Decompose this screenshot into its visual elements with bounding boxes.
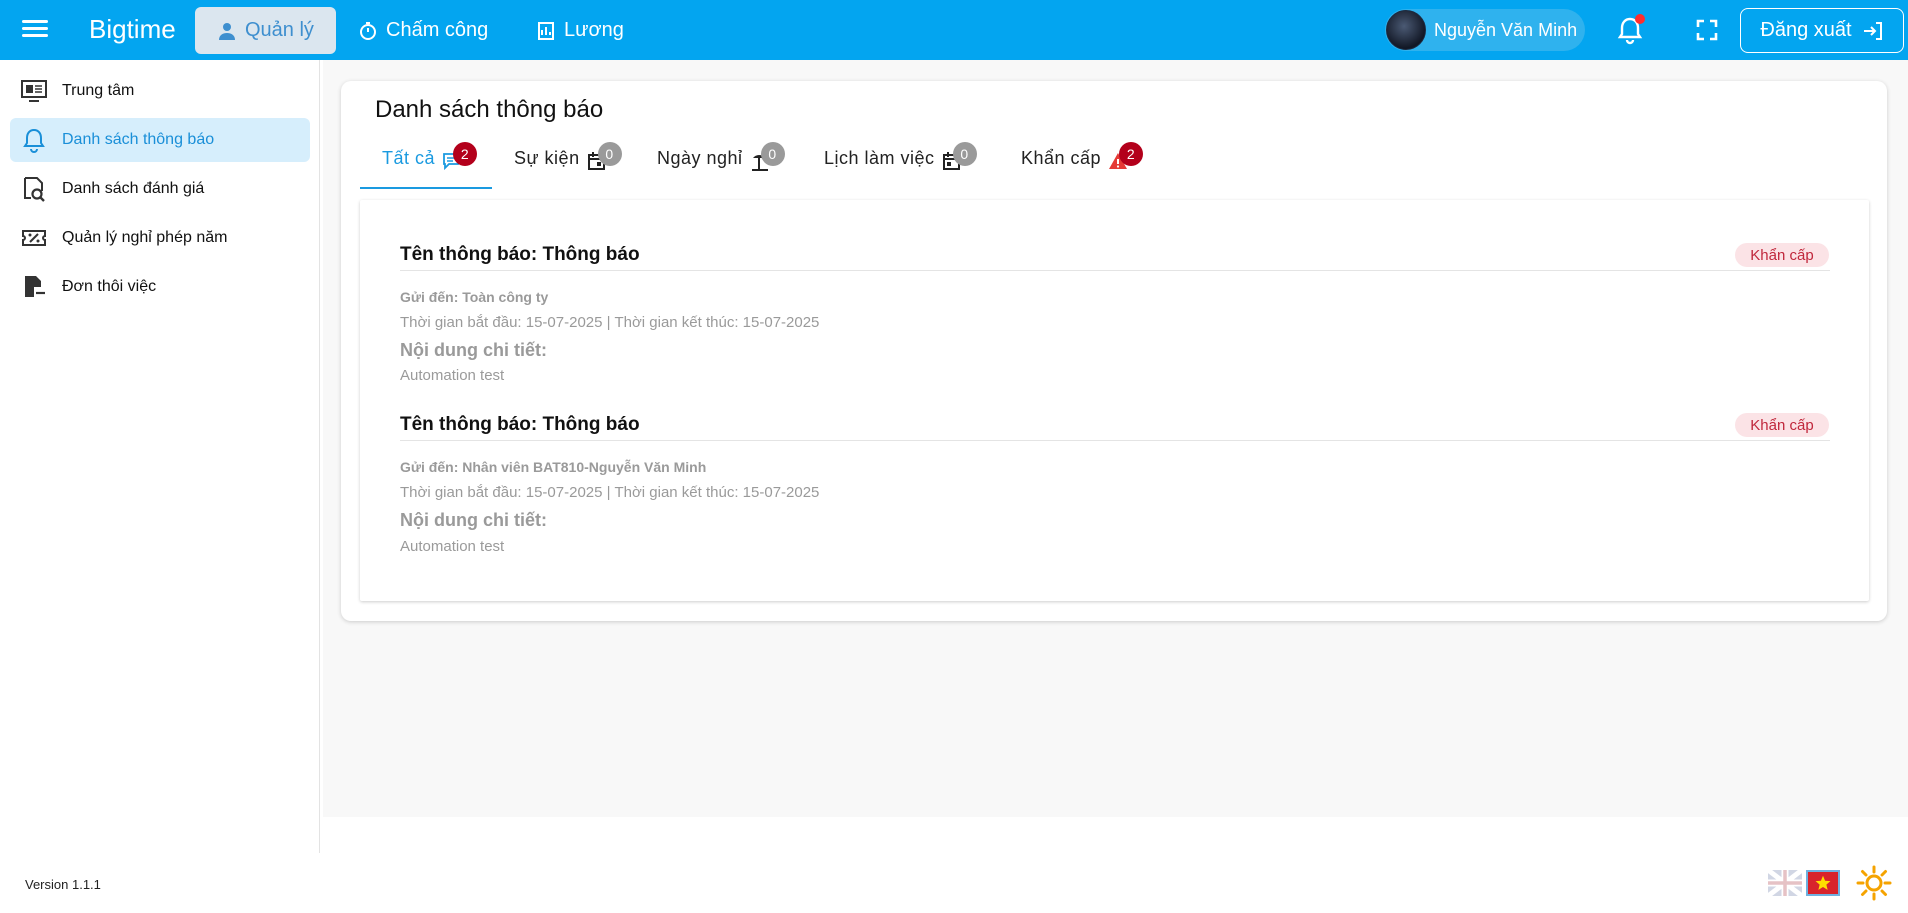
notification-dot [1635, 14, 1645, 24]
resign-icon [20, 273, 48, 301]
footer: Version 1.1.1 [0, 853, 1908, 913]
detail-content: Automation test [400, 538, 505, 555]
sent-to: Gửi đến: Toàn công ty [400, 289, 549, 305]
tab-lich-lam-viec[interactable]: Lịch làm việc 0 [824, 138, 977, 190]
sidebar-item-danh-sach-thong-bao[interactable]: Danh sách thông báo [10, 118, 310, 162]
tab-count-badge: 2 [453, 142, 478, 166]
tab-label: Ngày nghỉ [657, 148, 743, 168]
manager-icon [219, 22, 235, 40]
tab-tat-ca[interactable]: Tất cả 2 [382, 138, 478, 190]
bell-icon [20, 126, 48, 154]
logout-icon [1863, 21, 1882, 40]
tab-count-badge: 0 [597, 142, 622, 166]
sidebar-item-nghi-phep-nam[interactable]: Quản lý nghỉ phép năm [10, 216, 310, 260]
time-range: Thời gian bắt đầu: 15-07-2025 | Thời gia… [400, 484, 820, 501]
avatar [1386, 10, 1426, 50]
sidebar-item-don-thoi-viec[interactable]: Đơn thôi việc [10, 265, 310, 309]
nav-label: Chấm công [386, 19, 489, 41]
nav-luong[interactable]: Lương [514, 7, 646, 54]
schedule-calendar-icon: 0 [941, 142, 977, 172]
sidebar-item-label: Danh sách đánh giá [62, 180, 205, 197]
sidebar-item-label: Danh sách thông báo [62, 131, 215, 148]
urgent-badge: Khẩn cấp [1735, 413, 1829, 437]
detail-content: Automation test [400, 367, 505, 384]
vietnam-flag-icon[interactable] [1806, 870, 1840, 896]
page-title: Danh sách thông báo [375, 96, 604, 123]
detail-heading: Nội dung chi tiết: [400, 510, 547, 530]
payroll-icon [538, 21, 554, 40]
brand-name[interactable]: Bigtime [89, 14, 176, 45]
stopwatch-icon [360, 21, 376, 40]
sidebar-item-label: Trung tâm [62, 82, 135, 99]
nav-label: Lương [564, 19, 624, 41]
user-name: Nguyễn Văn Minh [1434, 19, 1578, 40]
beach-icon: 0 [749, 142, 785, 172]
event-calendar-icon: 0 [586, 142, 622, 172]
tab-label: Khẩn cấp [1021, 148, 1102, 168]
tab-label: Tất cả [382, 148, 436, 168]
tab-khan-cap[interactable]: Khẩn cấp 2 [1021, 138, 1144, 190]
sidebar: Trung tâm Danh sách thông báo Danh sách … [0, 60, 320, 853]
review-icon [20, 175, 48, 203]
nav-cham-cong[interactable]: Chấm công [336, 7, 510, 54]
ticket-icon [20, 224, 48, 252]
english-flag-icon[interactable] [1766, 868, 1804, 898]
hamburger-menu-icon[interactable] [20, 16, 50, 44]
tab-ngay-nghi[interactable]: Ngày nghỉ 0 [657, 138, 785, 190]
divider [400, 270, 1830, 271]
warning-icon: 2 [1107, 142, 1144, 172]
sent-to: Gửi đến: Nhân viên BAT810-Nguyễn Văn Min… [400, 459, 707, 475]
active-tab-indicator [360, 187, 492, 189]
theme-toggle-sun-icon[interactable] [1856, 865, 1892, 901]
chat-icon: 2 [441, 142, 478, 172]
detail-heading: Nội dung chi tiết: [400, 340, 547, 360]
sidebar-item-trung-tam[interactable]: Trung tâm [10, 69, 310, 113]
fullscreen-icon[interactable] [1693, 16, 1721, 44]
version-label: Version 1.1.1 [25, 877, 101, 892]
urgent-badge: Khẩn cấp [1735, 243, 1829, 267]
notification-bell-icon[interactable] [1614, 14, 1646, 46]
logout-label: Đăng xuất [1760, 19, 1852, 41]
tab-label: Sự kiện [514, 148, 580, 168]
dashboard-icon [20, 77, 48, 105]
sidebar-item-danh-sach-danh-gia[interactable]: Danh sách đánh giá [10, 167, 310, 211]
nav-label: Quản lý [245, 19, 314, 41]
top-bar: Bigtime Quản lý Chấm công Lương Nguyễn V… [0, 0, 1908, 60]
tab-count-badge: 2 [1119, 142, 1144, 166]
sidebar-item-label: Đơn thôi việc [62, 278, 157, 295]
time-range: Thời gian bắt đầu: 15-07-2025 | Thời gia… [400, 314, 820, 331]
sidebar-item-label: Quản lý nghỉ phép năm [62, 229, 228, 246]
tab-count-badge: 0 [760, 142, 785, 166]
logout-button[interactable]: Đăng xuất [1740, 8, 1904, 53]
user-menu[interactable]: Nguyễn Văn Minh [1385, 9, 1585, 51]
nav-quan-ly[interactable]: Quản lý [195, 7, 336, 54]
tab-label: Lịch làm việc [824, 148, 935, 168]
notification-title[interactable]: Tên thông báo: Thông báo [400, 244, 640, 266]
divider [400, 440, 1830, 441]
tab-count-badge: 0 [952, 142, 977, 166]
notification-title[interactable]: Tên thông báo: Thông báo [400, 414, 640, 436]
tab-su-kien[interactable]: Sự kiện 0 [514, 138, 622, 190]
